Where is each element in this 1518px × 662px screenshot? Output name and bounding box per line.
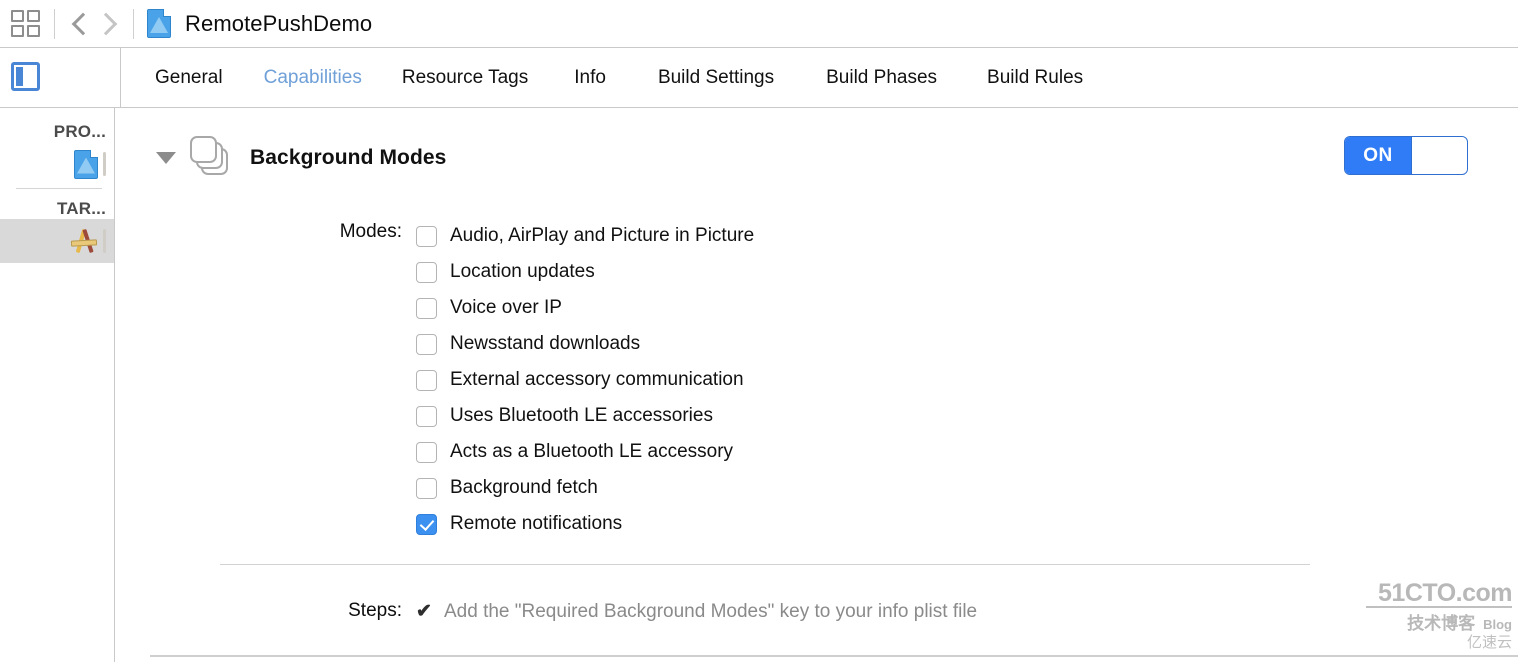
doc-fold bbox=[163, 9, 171, 17]
checkbox-audio-airplay[interactable] bbox=[416, 225, 437, 247]
mode-row-acts-as-bluetooth-le[interactable]: Acts as a Bluetooth LE accessory bbox=[416, 434, 754, 470]
mode-label: Audio, AirPlay and Picture in Picture bbox=[450, 225, 755, 246]
mode-row-remote-notifications[interactable]: Remote notifications bbox=[416, 506, 754, 542]
checkbox-remote-notifications[interactable] bbox=[416, 513, 437, 535]
step-row: ✔ Add the "Required Background Modes" ke… bbox=[416, 600, 977, 628]
grid-cell bbox=[11, 24, 24, 37]
toolbar: RemotePushDemo bbox=[0, 0, 1518, 48]
tab-capabilities[interactable]: Capabilities bbox=[264, 67, 362, 89]
mode-label: Background fetch bbox=[450, 477, 598, 498]
capability-header: Background Modes ON bbox=[116, 128, 1518, 188]
sidebar-section-project: PRO... bbox=[53, 122, 106, 141]
grid-cell bbox=[27, 24, 40, 37]
mode-label: Uses Bluetooth LE accessories bbox=[450, 405, 713, 426]
tab-bar: General Capabilities Resource Tags Info … bbox=[0, 48, 1518, 108]
doc-fold bbox=[90, 149, 98, 158]
background-modes-toggle[interactable]: ON bbox=[1344, 136, 1468, 175]
chevron-right-icon[interactable] bbox=[94, 8, 120, 40]
capabilities-pane: Background Modes ON Modes: Audio, AirPla… bbox=[116, 108, 1518, 662]
section-divider bbox=[220, 564, 1310, 565]
checkbox-location-updates[interactable] bbox=[416, 261, 437, 283]
grid-cell bbox=[27, 9, 40, 22]
grid-icon[interactable] bbox=[11, 9, 41, 38]
sidebar-item-project[interactable] bbox=[0, 142, 114, 186]
card-front bbox=[190, 136, 217, 163]
tab-resource-tags[interactable]: Resource Tags bbox=[402, 67, 528, 89]
modes-checkbox-list: Audio, AirPlay and Picture in Picture Lo… bbox=[416, 218, 754, 542]
steps-section: Steps: ✔ Add the "Required Background Mo… bbox=[116, 600, 1518, 628]
tab-build-settings[interactable]: Build Settings bbox=[658, 67, 774, 89]
tab-build-phases[interactable]: Build Phases bbox=[826, 67, 937, 89]
page-title: RemotePushDemo bbox=[185, 10, 373, 36]
steps-label: Steps: bbox=[348, 600, 402, 621]
grid-cell bbox=[11, 9, 24, 22]
mode-row-external-accessory[interactable]: External accessory communication bbox=[416, 362, 754, 398]
mode-label: External accessory communication bbox=[450, 369, 744, 390]
capability-title: Background Modes bbox=[250, 146, 447, 169]
checkbox-external-accessory[interactable] bbox=[416, 369, 437, 391]
xcode-target-icon bbox=[70, 228, 98, 254]
toggle-state-label: ON bbox=[1345, 137, 1411, 174]
mode-label: Newsstand downloads bbox=[450, 333, 641, 354]
sidebar-item-target[interactable] bbox=[0, 219, 114, 263]
checkbox-uses-bluetooth-le[interactable] bbox=[416, 405, 437, 427]
mode-label: Remote notifications bbox=[450, 513, 623, 534]
check-icon: ✔ bbox=[416, 601, 432, 622]
checkbox-acts-as-bluetooth-le[interactable] bbox=[416, 441, 437, 463]
sidebar-section-targets: TAR... bbox=[56, 199, 106, 218]
xcode-project-document-icon bbox=[74, 149, 98, 179]
target-icon-part bbox=[70, 239, 98, 247]
stacked-cards-icon bbox=[190, 136, 236, 180]
mode-label: Location updates bbox=[450, 261, 595, 282]
tab-general[interactable]: General bbox=[155, 67, 223, 89]
sidebar-toggle-icon[interactable] bbox=[11, 62, 40, 91]
chevron-left-icon[interactable] bbox=[68, 8, 94, 40]
tab-list: General Capabilities Resource Tags Info … bbox=[120, 48, 1518, 107]
checkbox-voice-over-ip[interactable] bbox=[416, 297, 437, 319]
mode-row-uses-bluetooth-le[interactable]: Uses Bluetooth LE accessories bbox=[416, 398, 754, 434]
mode-row-location-updates[interactable]: Location updates bbox=[416, 254, 754, 290]
mode-label: Acts as a Bluetooth LE accessory bbox=[450, 441, 734, 462]
project-navigator-sidebar: PRO... TAR... bbox=[0, 108, 115, 662]
checkbox-background-fetch[interactable] bbox=[416, 477, 437, 499]
disclosure-triangle-down-icon[interactable] bbox=[156, 152, 176, 164]
sidebar-divider bbox=[16, 188, 102, 189]
modes-section: Modes: Audio, AirPlay and Picture in Pic… bbox=[116, 218, 1518, 542]
toolbar-divider bbox=[133, 8, 134, 39]
mode-label: Voice over IP bbox=[450, 297, 562, 318]
mode-row-newsstand-downloads[interactable]: Newsstand downloads bbox=[416, 326, 754, 362]
steps-list: ✔ Add the "Required Background Modes" ke… bbox=[416, 600, 977, 628]
modes-label: Modes: bbox=[339, 221, 402, 242]
watermark-third-text: 亿速云 bbox=[1466, 634, 1512, 651]
sidebar-edge-marker bbox=[103, 152, 106, 176]
tab-build-rules[interactable]: Build Rules bbox=[987, 67, 1083, 89]
sidebar-edge-marker bbox=[103, 229, 106, 253]
mode-row-background-fetch[interactable]: Background fetch bbox=[416, 470, 754, 506]
pane-bottom-divider bbox=[150, 655, 1518, 657]
tab-info[interactable]: Info bbox=[574, 67, 606, 89]
xcode-project-document-icon bbox=[147, 9, 171, 38]
toolbar-divider bbox=[54, 8, 55, 39]
step-text: Add the "Required Background Modes" key … bbox=[444, 601, 978, 622]
mode-row-audio-airplay[interactable]: Audio, AirPlay and Picture in Picture bbox=[416, 218, 754, 254]
toggle-knob bbox=[1411, 137, 1467, 174]
checkbox-newsstand-downloads[interactable] bbox=[416, 333, 437, 355]
mode-row-voice-over-ip[interactable]: Voice over IP bbox=[416, 290, 754, 326]
